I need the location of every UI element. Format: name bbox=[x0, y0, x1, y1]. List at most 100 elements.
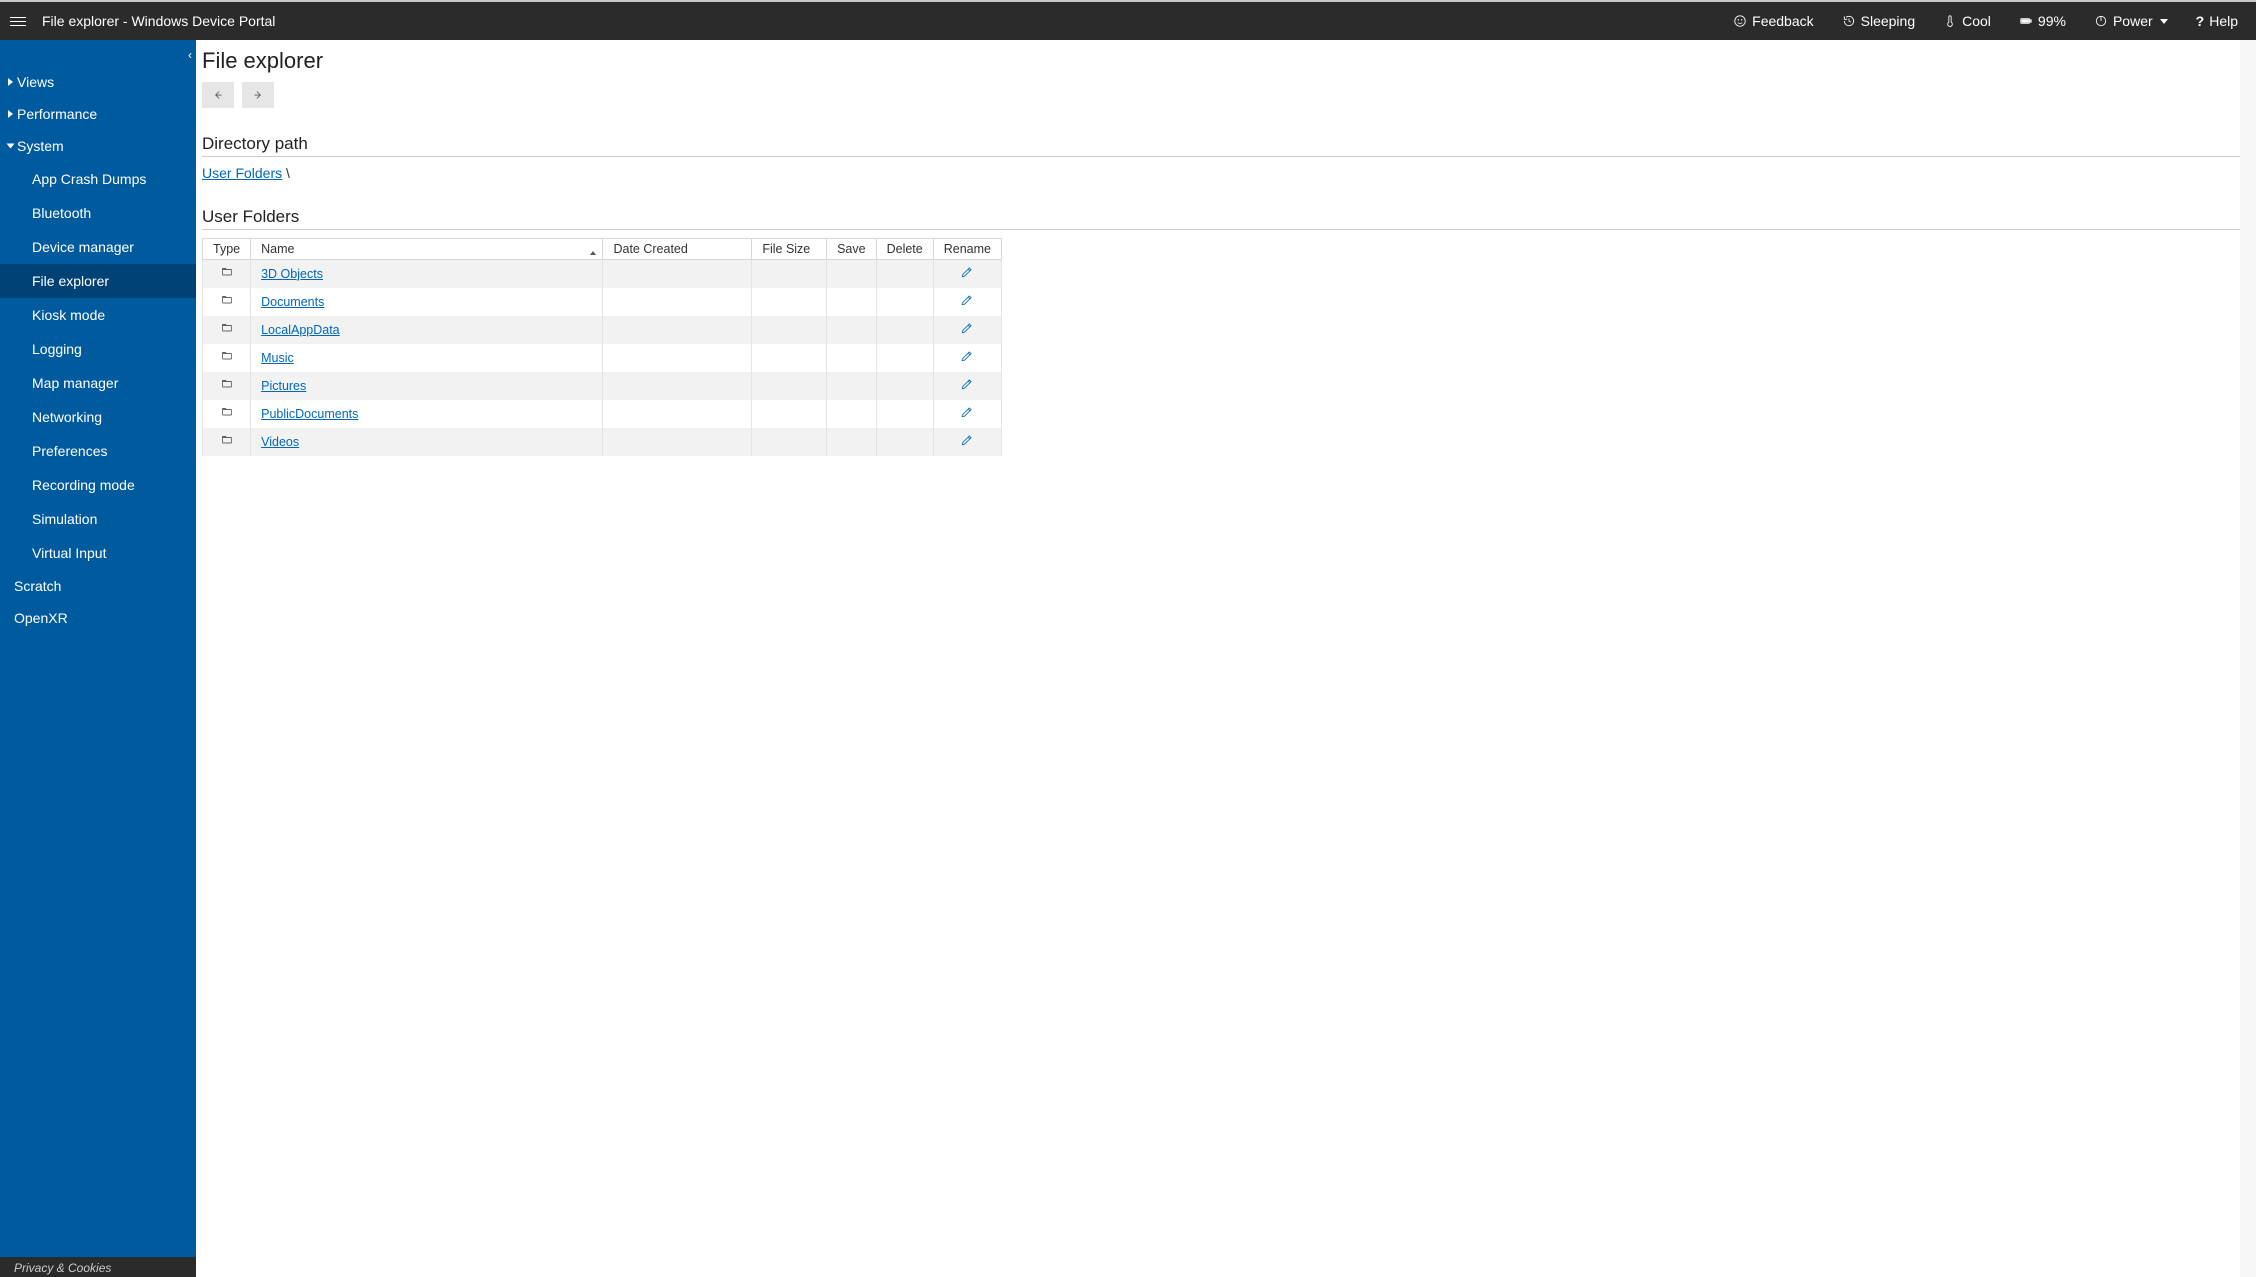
sidebar-group-performance[interactable]: Performance bbox=[0, 98, 196, 130]
sidebar-item-device-manager[interactable]: Device manager bbox=[0, 230, 196, 264]
size-cell bbox=[752, 428, 827, 456]
sidebar-item-recording-mode[interactable]: Recording mode bbox=[0, 468, 196, 502]
edit-icon[interactable] bbox=[960, 352, 974, 366]
date-cell bbox=[603, 428, 752, 456]
folder-icon bbox=[203, 260, 251, 288]
sidebar-group-views[interactable]: Views bbox=[0, 66, 196, 98]
folder-name-cell: PublicDocuments bbox=[251, 400, 603, 428]
sidebar-item-logging[interactable]: Logging bbox=[0, 332, 196, 366]
col-header-delete[interactable]: Delete bbox=[876, 239, 933, 260]
folder-icon bbox=[203, 400, 251, 428]
sidebar-item-networking[interactable]: Networking bbox=[0, 400, 196, 434]
folder-link[interactable]: Documents bbox=[261, 295, 324, 309]
power-menu[interactable]: Power bbox=[2084, 13, 2178, 29]
file-table: Type Name Date Created File Size Save De… bbox=[202, 238, 1002, 456]
size-cell bbox=[752, 344, 827, 372]
col-header-type[interactable]: Type bbox=[203, 239, 251, 260]
folder-icon bbox=[203, 428, 251, 456]
size-cell bbox=[752, 372, 827, 400]
sidebar-item-app-crash-dumps[interactable]: App Crash Dumps bbox=[0, 162, 196, 196]
save-cell bbox=[827, 260, 877, 288]
sidebar-item-preferences[interactable]: Preferences bbox=[0, 434, 196, 468]
folder-link[interactable]: Pictures bbox=[261, 379, 306, 393]
page-title: File explorer bbox=[202, 46, 2250, 82]
arrow-right-icon bbox=[251, 88, 265, 102]
table-row: Pictures bbox=[203, 372, 1002, 400]
col-header-rename[interactable]: Rename bbox=[933, 239, 1001, 260]
delete-cell bbox=[876, 428, 933, 456]
sidebar-group-system[interactable]: System bbox=[0, 130, 196, 162]
edit-icon[interactable] bbox=[960, 380, 974, 394]
edit-icon[interactable] bbox=[960, 436, 974, 450]
table-row: Documents bbox=[203, 288, 1002, 316]
caret-right-icon bbox=[8, 110, 13, 118]
save-cell bbox=[827, 288, 877, 316]
date-cell bbox=[603, 260, 752, 288]
sidebar-item-kiosk-mode[interactable]: Kiosk mode bbox=[0, 298, 196, 332]
col-header-size[interactable]: File Size bbox=[752, 239, 827, 260]
col-header-name[interactable]: Name bbox=[251, 239, 603, 260]
arrow-left-icon bbox=[211, 88, 225, 102]
edit-icon[interactable] bbox=[960, 324, 974, 338]
delete-cell bbox=[876, 372, 933, 400]
sidebar-item-map-manager[interactable]: Map manager bbox=[0, 366, 196, 400]
size-cell bbox=[752, 400, 827, 428]
breadcrumb-root-link[interactable]: User Folders bbox=[202, 165, 282, 181]
rename-cell bbox=[933, 344, 1001, 372]
sidebar-item-file-explorer[interactable]: File explorer bbox=[0, 264, 196, 298]
sidebar-item-bluetooth[interactable]: Bluetooth bbox=[0, 196, 196, 230]
rename-cell bbox=[933, 260, 1001, 288]
col-header-date[interactable]: Date Created bbox=[603, 239, 752, 260]
nav-back-button[interactable] bbox=[202, 82, 234, 108]
privacy-cookies-link[interactable]: Privacy & Cookies bbox=[0, 1257, 196, 1277]
size-cell bbox=[752, 316, 827, 344]
edit-icon[interactable] bbox=[960, 268, 974, 282]
delete-cell bbox=[876, 260, 933, 288]
rename-cell bbox=[933, 400, 1001, 428]
caret-down-icon bbox=[7, 144, 15, 149]
topbar: File explorer - Windows Device Portal Fe… bbox=[0, 2, 2256, 40]
question-icon: ? bbox=[2196, 13, 2205, 29]
feedback-button[interactable]: Feedback bbox=[1723, 13, 1823, 29]
battery-status[interactable]: 99% bbox=[2009, 13, 2076, 29]
collapse-sidebar-button[interactable]: ‹ bbox=[188, 48, 192, 62]
folder-name-cell: Pictures bbox=[251, 372, 603, 400]
table-row: Videos bbox=[203, 428, 1002, 456]
delete-cell bbox=[876, 316, 933, 344]
folder-link[interactable]: LocalAppData bbox=[261, 323, 340, 337]
menu-icon[interactable] bbox=[8, 13, 28, 30]
save-cell bbox=[827, 428, 877, 456]
folder-name-cell: Videos bbox=[251, 428, 603, 456]
sidebar-item-virtual-input[interactable]: Virtual Input bbox=[0, 536, 196, 570]
battery-icon bbox=[2019, 14, 2033, 28]
folder-link[interactable]: Videos bbox=[261, 435, 299, 449]
rename-cell bbox=[933, 428, 1001, 456]
table-row: Music bbox=[203, 344, 1002, 372]
edit-icon[interactable] bbox=[960, 296, 974, 310]
sleeping-status[interactable]: Sleeping bbox=[1832, 13, 1926, 29]
scrollbar-track[interactable] bbox=[2240, 40, 2256, 1277]
save-cell bbox=[827, 344, 877, 372]
nav-buttons bbox=[202, 82, 2250, 108]
app-title: File explorer - Windows Device Portal bbox=[36, 13, 275, 29]
date-cell bbox=[603, 400, 752, 428]
folder-name-cell: Documents bbox=[251, 288, 603, 316]
table-row: PublicDocuments bbox=[203, 400, 1002, 428]
folder-link[interactable]: Music bbox=[261, 351, 294, 365]
folder-heading: User Folders bbox=[202, 207, 2250, 230]
sidebar-item-simulation[interactable]: Simulation bbox=[0, 502, 196, 536]
thermal-status[interactable]: Cool bbox=[1933, 13, 2001, 29]
edit-icon[interactable] bbox=[960, 408, 974, 422]
sidebar-item-scratch[interactable]: Scratch bbox=[0, 570, 196, 602]
folder-link[interactable]: PublicDocuments bbox=[261, 407, 358, 421]
sidebar-item-openxr[interactable]: OpenXR bbox=[0, 602, 196, 634]
folder-link[interactable]: 3D Objects bbox=[261, 267, 323, 281]
help-button[interactable]: ? Help bbox=[2186, 13, 2248, 29]
breadcrumb-separator: \ bbox=[282, 165, 290, 181]
nav-forward-button[interactable] bbox=[242, 82, 274, 108]
col-header-save[interactable]: Save bbox=[827, 239, 877, 260]
table-row: LocalAppData bbox=[203, 316, 1002, 344]
size-cell bbox=[752, 288, 827, 316]
size-cell bbox=[752, 260, 827, 288]
save-cell bbox=[827, 316, 877, 344]
